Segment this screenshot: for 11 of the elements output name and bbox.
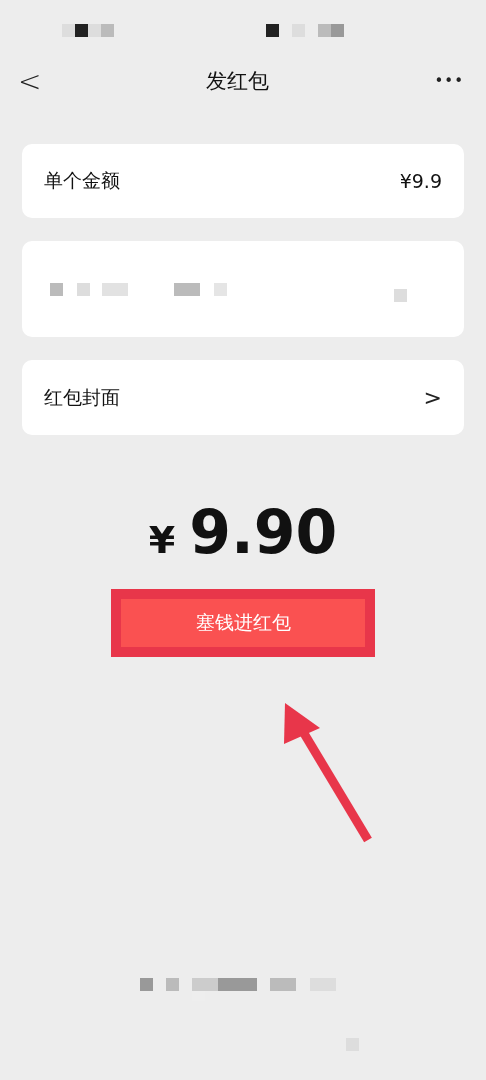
chevron-icon: > xyxy=(423,385,442,410)
currency-sign: ¥ xyxy=(148,518,176,562)
amount-label: 单个金额 xyxy=(44,168,120,193)
amount-input[interactable]: ¥9.9 xyxy=(399,170,442,192)
back-button[interactable]: < xyxy=(18,64,42,98)
total-amount: 9.90 xyxy=(189,497,338,567)
cover-label: 红包封面 xyxy=(44,384,120,410)
mosaic-drawing xyxy=(62,24,114,38)
more-button[interactable]: ••• xyxy=(434,72,464,90)
page-title: 发红包 xyxy=(206,68,270,95)
cover-card[interactable]: 红包封面 > xyxy=(22,360,464,435)
